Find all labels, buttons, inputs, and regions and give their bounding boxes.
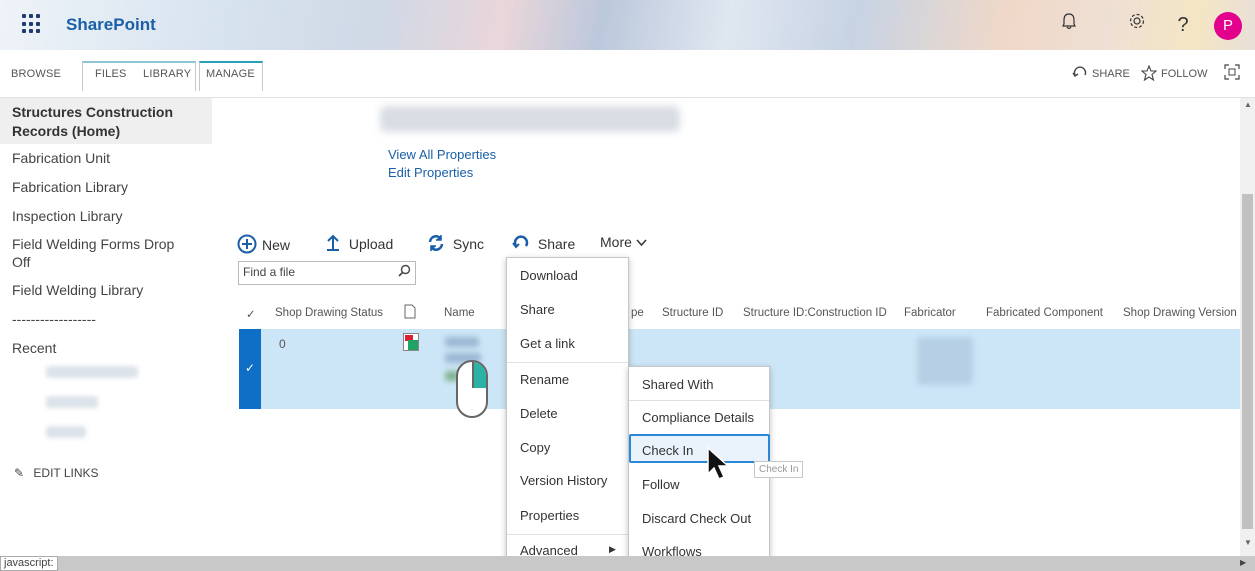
nav-item-fabrication-unit[interactable]: Fabrication Unit <box>12 149 202 167</box>
suite-bar: SharePoint ? P <box>0 0 1255 50</box>
menu-item-download[interactable]: Download <box>507 268 628 283</box>
recent-item-blurred[interactable] <box>46 396 98 408</box>
column-type-partial[interactable]: pe <box>631 307 644 319</box>
column-name[interactable]: Name <box>444 307 475 319</box>
submenu-item-shared-with[interactable]: Shared With <box>629 377 769 392</box>
shop-drawing-status-value: 0 <box>279 337 286 351</box>
column-fabricator[interactable]: Fabricator <box>904 307 956 319</box>
share-label: Share <box>537 236 576 252</box>
scroll-right-icon[interactable]: ▶ <box>1240 558 1246 567</box>
status-bar: javascript: ▶ <box>0 556 1255 571</box>
sync-label: Sync <box>452 236 485 252</box>
search-placeholder: Find a file <box>243 265 296 279</box>
new-button[interactable]: New <box>237 234 290 255</box>
focus-mode-icon[interactable] <box>1224 64 1240 83</box>
bell-icon[interactable] <box>1056 12 1082 38</box>
ribbon: BROWSE FILES LIBRARY MANAGE SHARE FOLLOW <box>0 50 1255 98</box>
tab-files[interactable]: FILES <box>95 68 127 80</box>
menu-separator <box>629 400 769 401</box>
follow-link[interactable]: FOLLOW <box>1161 68 1207 80</box>
file-type-column-icon[interactable] <box>404 304 416 322</box>
nav-recent[interactable]: Recent <box>12 339 202 357</box>
row-checkbox[interactable]: ✓ <box>239 329 261 409</box>
left-navigation: Structures Construction Records (Home) F… <box>0 98 212 558</box>
nav-item-fabrication-library[interactable]: Fabrication Library <box>12 178 202 196</box>
more-button[interactable]: More <box>600 234 647 250</box>
pencil-icon: ✎ <box>14 466 25 480</box>
chevron-down-icon <box>636 236 647 250</box>
submenu-item-check-in[interactable]: Check In <box>629 443 769 458</box>
scrollbar-thumb[interactable] <box>1242 194 1253 529</box>
recent-item-blurred[interactable] <box>46 366 138 378</box>
caret-right-icon: ▶ <box>609 544 616 554</box>
nav-item-inspection-library[interactable]: Inspection Library <box>12 207 202 225</box>
upload-icon <box>325 234 345 252</box>
gear-icon[interactable] <box>1124 12 1150 38</box>
share-button[interactable]: Share <box>512 234 575 252</box>
column-structure-construction-id[interactable]: Structure ID:Construction ID <box>743 307 887 319</box>
edit-properties-link[interactable]: Edit Properties <box>388 165 473 180</box>
fabricator-blurred <box>917 337 973 385</box>
sync-icon <box>427 235 449 252</box>
star-icon[interactable] <box>1140 64 1158 84</box>
recent-item-blurred[interactable] <box>46 426 86 438</box>
menu-item-get-link[interactable]: Get a link <box>507 336 628 351</box>
new-label: New <box>262 237 291 253</box>
mouse-click-icon <box>456 360 488 418</box>
file-name-blurred[interactable] <box>445 337 479 347</box>
plus-circle-icon <box>237 234 262 254</box>
menu-separator <box>507 362 628 363</box>
submenu-item-follow[interactable]: Follow <box>629 477 769 492</box>
share-icon <box>512 235 534 252</box>
page-title-blurred <box>380 106 680 132</box>
menu-item-version-history[interactable]: Version History <box>507 473 628 488</box>
submenu-item-discard-check-out[interactable]: Discard Check Out <box>629 511 769 526</box>
tab-manage[interactable]: MANAGE <box>206 68 255 80</box>
menu-item-share[interactable]: Share <box>507 302 628 317</box>
submenu-item-compliance-details[interactable]: Compliance Details <box>629 410 769 425</box>
nav-separator: ------------------ <box>12 311 96 327</box>
tab-library[interactable]: LIBRARY <box>143 68 191 80</box>
edit-links[interactable]: ✎ EDIT LINKS <box>14 464 204 482</box>
nav-item-field-welding-library[interactable]: Field Welding Library <box>12 281 202 299</box>
share-icon[interactable] <box>1072 65 1088 84</box>
tab-browse[interactable]: BROWSE <box>11 68 61 80</box>
upload-button[interactable]: Upload <box>325 234 393 252</box>
menu-separator <box>507 534 628 535</box>
select-all-checkbox[interactable]: ✓ <box>246 307 256 321</box>
search-icon[interactable] <box>398 264 411 280</box>
find-file-input[interactable]: Find a file <box>238 261 416 285</box>
menu-item-copy[interactable]: Copy <box>507 440 628 455</box>
menu-item-rename[interactable]: Rename <box>507 372 628 387</box>
column-structure-id[interactable]: Structure ID <box>662 307 723 319</box>
waffle-icon[interactable] <box>22 14 42 34</box>
edit-links-label: EDIT LINKS <box>33 466 99 480</box>
column-shop-drawing-version[interactable]: Shop Drawing Version <box>1123 307 1237 319</box>
context-menu: Download Share Get a link Rename Delete … <box>506 257 629 568</box>
more-label: More <box>600 234 632 250</box>
pdf-file-icon <box>403 333 419 351</box>
menu-item-delete[interactable]: Delete <box>507 406 628 421</box>
app-name[interactable]: SharePoint <box>66 15 156 35</box>
upload-label: Upload <box>348 236 394 252</box>
column-fabricated-component[interactable]: Fabricated Component <box>986 307 1103 319</box>
help-icon[interactable]: ? <box>1170 12 1196 38</box>
scroll-down-icon[interactable]: ▼ <box>1244 538 1252 547</box>
share-link[interactable]: SHARE <box>1092 68 1130 80</box>
menu-item-properties[interactable]: Properties <box>507 508 628 523</box>
scroll-up-icon[interactable]: ▲ <box>1244 100 1252 109</box>
nav-home[interactable]: Structures Construction Records (Home) <box>0 98 212 144</box>
sync-button[interactable]: Sync <box>427 234 484 252</box>
status-text: javascript: <box>0 556 58 571</box>
nav-item-field-welding-forms[interactable]: Field Welding Forms Drop Off <box>12 235 187 271</box>
tooltip: Check In <box>754 461 804 478</box>
avatar[interactable]: P <box>1214 12 1242 40</box>
view-all-properties-link[interactable]: View All Properties <box>388 147 496 162</box>
column-shop-drawing-status[interactable]: Shop Drawing Status <box>275 307 383 319</box>
advanced-submenu: Shared With Compliance Details Check In … <box>628 366 770 568</box>
vertical-scrollbar[interactable]: ▲ ▼ <box>1240 98 1255 556</box>
